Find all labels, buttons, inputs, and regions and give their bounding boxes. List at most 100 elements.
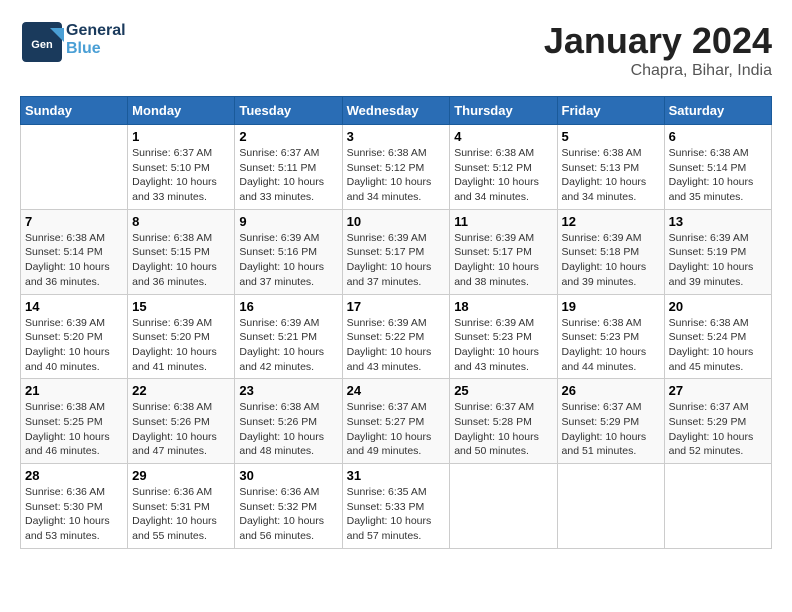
day-cell	[664, 464, 771, 549]
day-number: 2	[239, 129, 337, 144]
day-number: 3	[347, 129, 446, 144]
day-number: 22	[132, 383, 230, 398]
day-number: 26	[562, 383, 660, 398]
day-cell	[21, 125, 128, 210]
day-info: Sunrise: 6:38 AMSunset: 5:15 PMDaylight:…	[132, 231, 230, 290]
header-saturday: Saturday	[664, 97, 771, 125]
day-info: Sunrise: 6:39 AMSunset: 5:20 PMDaylight:…	[132, 316, 230, 375]
calendar-title: January 2024	[544, 20, 772, 62]
day-number: 29	[132, 468, 230, 483]
day-number: 18	[454, 299, 552, 314]
day-number: 15	[132, 299, 230, 314]
day-info: Sunrise: 6:39 AMSunset: 5:20 PMDaylight:…	[25, 316, 123, 375]
day-number: 16	[239, 299, 337, 314]
week-row-4: 21 Sunrise: 6:38 AMSunset: 5:25 PMDayligh…	[21, 379, 772, 464]
day-cell: 24 Sunrise: 6:37 AMSunset: 5:27 PMDayligh…	[342, 379, 450, 464]
day-cell: 31 Sunrise: 6:35 AMSunset: 5:33 PMDayligh…	[342, 464, 450, 549]
day-cell: 28 Sunrise: 6:36 AMSunset: 5:30 PMDayligh…	[21, 464, 128, 549]
day-info: Sunrise: 6:39 AMSunset: 5:22 PMDaylight:…	[347, 316, 446, 375]
day-cell: 6 Sunrise: 6:38 AMSunset: 5:14 PMDaylight…	[664, 125, 771, 210]
day-info: Sunrise: 6:36 AMSunset: 5:31 PMDaylight:…	[132, 485, 230, 544]
day-number: 19	[562, 299, 660, 314]
day-info: Sunrise: 6:35 AMSunset: 5:33 PMDaylight:…	[347, 485, 446, 544]
day-info: Sunrise: 6:37 AMSunset: 5:27 PMDaylight:…	[347, 400, 446, 459]
day-number: 31	[347, 468, 446, 483]
day-number: 6	[669, 129, 767, 144]
day-info: Sunrise: 6:38 AMSunset: 5:14 PMDaylight:…	[669, 146, 767, 205]
day-cell: 14 Sunrise: 6:39 AMSunset: 5:20 PMDayligh…	[21, 294, 128, 379]
day-number: 23	[239, 383, 337, 398]
day-number: 7	[25, 214, 123, 229]
svg-text:Gen: Gen	[31, 39, 53, 51]
day-info: Sunrise: 6:39 AMSunset: 5:17 PMDaylight:…	[347, 231, 446, 290]
title-block: January 2024 Chapra, Bihar, India	[544, 20, 772, 80]
day-number: 13	[669, 214, 767, 229]
day-cell: 25 Sunrise: 6:37 AMSunset: 5:28 PMDayligh…	[450, 379, 557, 464]
day-cell: 30Sunrise: 6:36 AMSunset: 5:32 PMDayligh…	[235, 464, 342, 549]
day-cell	[557, 464, 664, 549]
day-info: Sunrise: 6:38 AMSunset: 5:12 PMDaylight:…	[347, 146, 446, 205]
day-cell: 3 Sunrise: 6:38 AMSunset: 5:12 PMDaylight…	[342, 125, 450, 210]
day-cell: 8 Sunrise: 6:38 AMSunset: 5:15 PMDaylight…	[128, 209, 235, 294]
logo: Gen General Blue	[20, 20, 126, 60]
day-info: Sunrise: 6:39 AMSunset: 5:23 PMDaylight:…	[454, 316, 552, 375]
header-monday: Monday	[128, 97, 235, 125]
day-info: Sunrise: 6:37 AMSunset: 5:11 PMDaylight:…	[239, 146, 337, 205]
header-wednesday: Wednesday	[342, 97, 450, 125]
day-number: 27	[669, 383, 767, 398]
day-cell: 16 Sunrise: 6:39 AMSunset: 5:21 PMDayligh…	[235, 294, 342, 379]
day-info: Sunrise: 6:36 AMSunset: 5:30 PMDaylight:…	[25, 485, 123, 544]
day-info: Sunrise: 6:38 AMSunset: 5:26 PMDaylight:…	[239, 400, 337, 459]
day-number: 28	[25, 468, 123, 483]
day-cell: 15 Sunrise: 6:39 AMSunset: 5:20 PMDayligh…	[128, 294, 235, 379]
day-cell: 23 Sunrise: 6:38 AMSunset: 5:26 PMDayligh…	[235, 379, 342, 464]
day-info: Sunrise: 6:38 AMSunset: 5:23 PMDaylight:…	[562, 316, 660, 375]
week-row-2: 7 Sunrise: 6:38 AMSunset: 5:14 PMDaylight…	[21, 209, 772, 294]
day-cell: 19 Sunrise: 6:38 AMSunset: 5:23 PMDayligh…	[557, 294, 664, 379]
day-number: 14	[25, 299, 123, 314]
page-header: Gen General Blue January 2024 Chapra, Bi…	[20, 20, 772, 80]
day-number: 21	[25, 383, 123, 398]
day-number: 1	[132, 129, 230, 144]
header-tuesday: Tuesday	[235, 97, 342, 125]
calendar-subtitle: Chapra, Bihar, India	[544, 62, 772, 80]
calendar-header-row: SundayMondayTuesdayWednesdayThursdayFrid…	[21, 97, 772, 125]
day-info: Sunrise: 6:38 AMSunset: 5:26 PMDaylight:…	[132, 400, 230, 459]
day-info: Sunrise: 6:37 AMSunset: 5:29 PMDaylight:…	[562, 400, 660, 459]
week-row-5: 28 Sunrise: 6:36 AMSunset: 5:30 PMDayligh…	[21, 464, 772, 549]
day-info: Sunrise: 6:38 AMSunset: 5:24 PMDaylight:…	[669, 316, 767, 375]
day-number: 20	[669, 299, 767, 314]
header-sunday: Sunday	[21, 97, 128, 125]
day-info: Sunrise: 6:39 AMSunset: 5:21 PMDaylight:…	[239, 316, 337, 375]
day-cell: 1 Sunrise: 6:37 AMSunset: 5:10 PMDaylight…	[128, 125, 235, 210]
day-info: Sunrise: 6:38 AMSunset: 5:13 PMDaylight:…	[562, 146, 660, 205]
day-cell: 21 Sunrise: 6:38 AMSunset: 5:25 PMDayligh…	[21, 379, 128, 464]
day-number: 12	[562, 214, 660, 229]
day-number: 25	[454, 383, 552, 398]
day-cell: 22 Sunrise: 6:38 AMSunset: 5:26 PMDayligh…	[128, 379, 235, 464]
day-cell: 10 Sunrise: 6:39 AMSunset: 5:17 PMDayligh…	[342, 209, 450, 294]
day-info: Sunrise: 6:39 AMSunset: 5:16 PMDaylight:…	[239, 231, 337, 290]
day-number: 8	[132, 214, 230, 229]
day-info: Sunrise: 6:38 AMSunset: 5:14 PMDaylight:…	[25, 231, 123, 290]
day-number: 10	[347, 214, 446, 229]
day-cell: 2 Sunrise: 6:37 AMSunset: 5:11 PMDaylight…	[235, 125, 342, 210]
day-number: 5	[562, 129, 660, 144]
day-info: Sunrise: 6:38 AMSunset: 5:25 PMDaylight:…	[25, 400, 123, 459]
day-cell: 29 Sunrise: 6:36 AMSunset: 5:31 PMDayligh…	[128, 464, 235, 549]
day-cell: 27Sunrise: 6:37 AMSunset: 5:29 PMDayligh…	[664, 379, 771, 464]
day-number: 30	[239, 468, 337, 483]
day-info: Sunrise: 6:37 AMSunset: 5:10 PMDaylight:…	[132, 146, 230, 205]
week-row-3: 14 Sunrise: 6:39 AMSunset: 5:20 PMDayligh…	[21, 294, 772, 379]
day-cell: 20 Sunrise: 6:38 AMSunset: 5:24 PMDayligh…	[664, 294, 771, 379]
day-cell: 26 Sunrise: 6:37 AMSunset: 5:29 PMDayligh…	[557, 379, 664, 464]
day-info: Sunrise: 6:37 AMSunset: 5:28 PMDaylight:…	[454, 400, 552, 459]
day-cell: 12Sunrise: 6:39 AMSunset: 5:18 PMDayligh…	[557, 209, 664, 294]
day-cell: 13Sunrise: 6:39 AMSunset: 5:19 PMDayligh…	[664, 209, 771, 294]
day-cell: 11Sunrise: 6:39 AMSunset: 5:17 PMDayligh…	[450, 209, 557, 294]
header-friday: Friday	[557, 97, 664, 125]
day-cell: 7 Sunrise: 6:38 AMSunset: 5:14 PMDaylight…	[21, 209, 128, 294]
logo-icon: Gen	[20, 20, 60, 60]
day-cell: 9Sunrise: 6:39 AMSunset: 5:16 PMDaylight…	[235, 209, 342, 294]
day-number: 24	[347, 383, 446, 398]
